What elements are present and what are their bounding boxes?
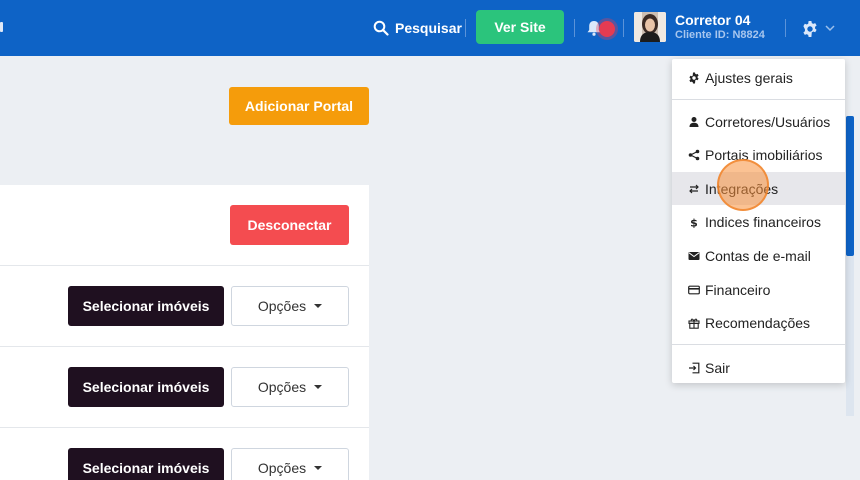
search-button[interactable]: Pesquisar: [373, 18, 462, 38]
options-label: Opções: [257, 460, 307, 476]
caret-down-icon: [314, 385, 323, 389]
gear-icon: [689, 72, 699, 83]
select-properties-button[interactable]: Selecionar imóveis: [68, 448, 224, 480]
edge-indicator: [0, 22, 3, 32]
credit-card-icon: [688, 285, 700, 294]
chevron-down-icon[interactable]: [825, 24, 835, 32]
menu-item-label: Corretores/Usuários: [705, 113, 831, 130]
search-label: Pesquisar: [395, 20, 462, 36]
caret-down-icon: [314, 304, 323, 308]
menu-item-label: Integrações: [705, 180, 779, 197]
dollar-icon: $: [690, 216, 698, 228]
add-portal-button[interactable]: Adicionar Portal: [229, 87, 369, 125]
options-dropdown[interactable]: Opções: [231, 367, 349, 407]
menu-item-label: Contas de e-mail: [705, 247, 811, 264]
select-properties-button[interactable]: Selecionar imóveis: [68, 286, 224, 326]
options-dropdown[interactable]: Opções: [231, 448, 349, 480]
options-label: Opções: [257, 298, 307, 314]
menu-item-recommendations[interactable]: Recomendações: [672, 306, 845, 339]
notification-badge: [599, 21, 615, 37]
menu-item-label: Indices financeiros: [705, 213, 821, 230]
menu-item-email-accounts[interactable]: Contas de e-mail: [672, 239, 845, 272]
user-name[interactable]: Corretor 04: [675, 12, 750, 28]
swap-icon: [689, 184, 699, 193]
envelope-icon: [688, 251, 700, 260]
sign-out-icon: [689, 362, 700, 373]
menu-item-general-settings[interactable]: Ajustes gerais: [672, 61, 845, 94]
options-label: Opções: [257, 379, 307, 395]
menu-item-label: Financeiro: [705, 281, 771, 298]
menu-item-label: Recomendações: [705, 314, 811, 331]
gear-icon[interactable]: [801, 20, 819, 38]
menu-item-integrations[interactable]: Integrações: [672, 172, 845, 205]
client-id: Cliente ID: N8824: [675, 29, 765, 41]
user-icon: [689, 116, 699, 127]
menu-divider: [672, 99, 845, 100]
options-dropdown[interactable]: Opções: [231, 286, 349, 326]
menu-divider: [672, 344, 845, 345]
divider: [465, 19, 466, 37]
menu-item-financial[interactable]: Financeiro: [672, 273, 845, 306]
caret-down-icon: [314, 466, 323, 470]
divider: [785, 19, 786, 37]
avatar[interactable]: [634, 12, 666, 42]
menu-item-real-estate-portals[interactable]: Portais imobiliários: [672, 138, 845, 171]
divider: [623, 19, 624, 37]
menu-item-label: Ajustes gerais: [705, 69, 793, 86]
svg-text:$: $: [690, 216, 698, 228]
menu-item-brokers-users[interactable]: Corretores/Usuários: [672, 105, 845, 138]
top-navbar: Pesquisar Ver Site Corretor 04 Cliente I…: [0, 0, 860, 56]
divider: [574, 19, 575, 37]
disconnect-button[interactable]: Desconectar: [230, 205, 349, 245]
view-site-button[interactable]: Ver Site: [476, 10, 564, 44]
settings-dropdown-menu: Ajustes gerais Corretores/Usuários Porta…: [672, 59, 845, 383]
gift-icon: [688, 318, 700, 329]
menu-item-financial-indices[interactable]: $ Indices financeiros: [672, 205, 845, 238]
menu-item-sign-out[interactable]: Sair: [672, 351, 845, 384]
scrollbar-thumb[interactable]: [846, 116, 854, 256]
search-icon: [373, 20, 389, 36]
menu-item-label: Portais imobiliários: [705, 146, 823, 163]
menu-item-label: Sair: [705, 359, 730, 376]
share-icon: [688, 149, 700, 160]
select-properties-button[interactable]: Selecionar imóveis: [68, 367, 224, 407]
